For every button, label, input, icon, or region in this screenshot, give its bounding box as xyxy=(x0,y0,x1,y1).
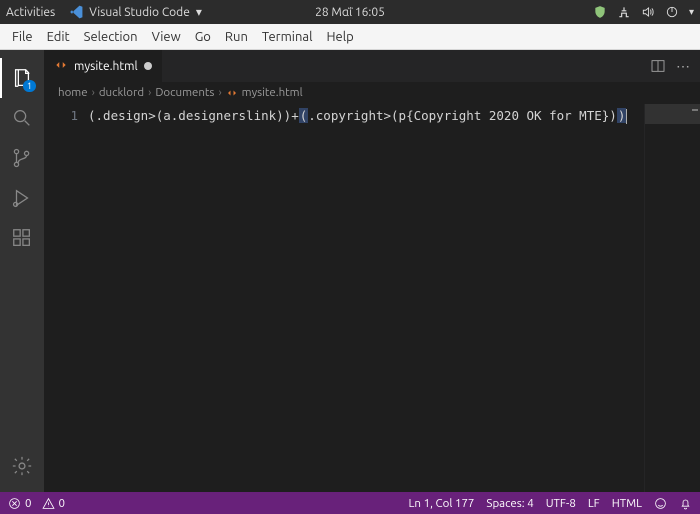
status-spaces[interactable]: Spaces: 4 xyxy=(486,497,533,510)
status-feedback[interactable] xyxy=(654,497,667,510)
code-area[interactable]: (.design>(a.designerslink))+(.copyright>… xyxy=(88,104,644,492)
status-errors[interactable]: 0 xyxy=(8,497,32,510)
status-bell[interactable] xyxy=(679,497,692,510)
chevron-right-icon: › xyxy=(148,86,151,99)
activity-bar: 1 xyxy=(0,50,44,492)
feedback-icon xyxy=(654,497,667,510)
bracket-highlight: ( xyxy=(299,108,309,123)
branch-icon xyxy=(11,147,33,169)
html-file-icon xyxy=(226,86,238,99)
breadcrumb-seg[interactable]: mysite.html xyxy=(242,86,303,99)
play-icon xyxy=(11,187,33,209)
extensions-icon xyxy=(11,227,33,249)
menu-help[interactable]: Help xyxy=(320,27,359,47)
explorer-button[interactable]: 1 xyxy=(0,58,44,98)
shield-icon[interactable] xyxy=(593,5,607,19)
network-icon[interactable] xyxy=(617,5,631,19)
breadcrumb-seg[interactable]: ducklord xyxy=(99,86,144,99)
clock[interactable]: 28 Μαΐ 16:05 xyxy=(315,6,385,19)
line-number-gutter: 1 xyxy=(44,104,88,492)
bracket-highlight: ) xyxy=(617,108,627,123)
html-file-icon xyxy=(54,58,68,75)
status-position[interactable]: Ln 1, Col 177 xyxy=(409,497,475,510)
run-debug-button[interactable] xyxy=(0,178,44,218)
explorer-badge: 1 xyxy=(23,80,36,92)
minimap-viewport[interactable] xyxy=(645,104,700,124)
editor[interactable]: 1 (.design>(a.designerslink))+(.copyrigh… xyxy=(44,104,700,492)
split-editor-icon[interactable] xyxy=(650,58,666,74)
minimap[interactable] xyxy=(644,104,700,492)
chevron-down-icon: ▾ xyxy=(196,5,202,19)
breadcrumb[interactable]: home › ducklord › Documents › mysite.htm… xyxy=(44,82,700,104)
status-warnings[interactable]: 0 xyxy=(42,497,66,510)
settings-button[interactable] xyxy=(0,446,44,486)
scm-button[interactable] xyxy=(0,138,44,178)
status-encoding[interactable]: UTF-8 xyxy=(546,497,576,510)
menu-run[interactable]: Run xyxy=(219,27,254,47)
menu-edit[interactable]: Edit xyxy=(41,27,76,47)
status-language[interactable]: HTML xyxy=(612,497,642,510)
search-button[interactable] xyxy=(0,98,44,138)
menu-view[interactable]: View xyxy=(146,27,187,47)
menubar: File Edit Selection View Go Run Terminal… xyxy=(0,24,700,50)
gnome-top-bar: Activities Visual Studio Code ▾ 28 Μαΐ 1… xyxy=(0,0,700,24)
minimap-content xyxy=(692,109,698,111)
chevron-right-icon: › xyxy=(218,86,221,99)
vscode-icon xyxy=(69,5,83,19)
status-eol[interactable]: LF xyxy=(588,497,600,510)
chevron-right-icon: › xyxy=(92,86,95,99)
tab-mysite[interactable]: mysite.html xyxy=(44,50,163,82)
menu-terminal[interactable]: Terminal xyxy=(256,27,319,47)
menu-selection[interactable]: Selection xyxy=(78,27,144,47)
volume-icon[interactable] xyxy=(641,5,655,19)
app-menu-label: Visual Studio Code xyxy=(89,6,190,19)
warnings-count: 0 xyxy=(59,497,66,510)
extensions-button[interactable] xyxy=(0,218,44,258)
chevron-down-icon[interactable]: ▾ xyxy=(689,6,694,18)
menu-go[interactable]: Go xyxy=(189,27,217,47)
power-icon[interactable] xyxy=(665,5,679,19)
breadcrumb-seg[interactable]: home xyxy=(58,86,88,99)
app-menu[interactable]: Visual Studio Code ▾ xyxy=(69,5,202,19)
line-number: 1 xyxy=(44,108,78,123)
menu-file[interactable]: File xyxy=(6,27,39,47)
tab-bar: mysite.html ⋯ xyxy=(44,50,700,82)
gear-icon xyxy=(11,455,33,477)
breadcrumb-seg[interactable]: Documents xyxy=(155,86,214,99)
code-text: .copyright>(p{Copyright 2020 OK for MTE}… xyxy=(308,108,617,123)
activities-button[interactable]: Activities xyxy=(6,6,55,19)
text-cursor xyxy=(626,109,627,124)
warning-icon xyxy=(42,497,55,510)
status-bar: 0 0 Ln 1, Col 177 Spaces: 4 UTF-8 LF HTM… xyxy=(0,492,700,514)
error-icon xyxy=(8,497,21,510)
search-icon xyxy=(11,107,33,129)
bell-icon xyxy=(679,497,692,510)
tab-modified-indicator xyxy=(144,62,152,70)
code-text: (.design>(a.designerslink))+ xyxy=(88,108,299,123)
tab-label: mysite.html xyxy=(74,60,138,73)
more-actions-icon[interactable]: ⋯ xyxy=(676,58,690,75)
errors-count: 0 xyxy=(25,497,32,510)
